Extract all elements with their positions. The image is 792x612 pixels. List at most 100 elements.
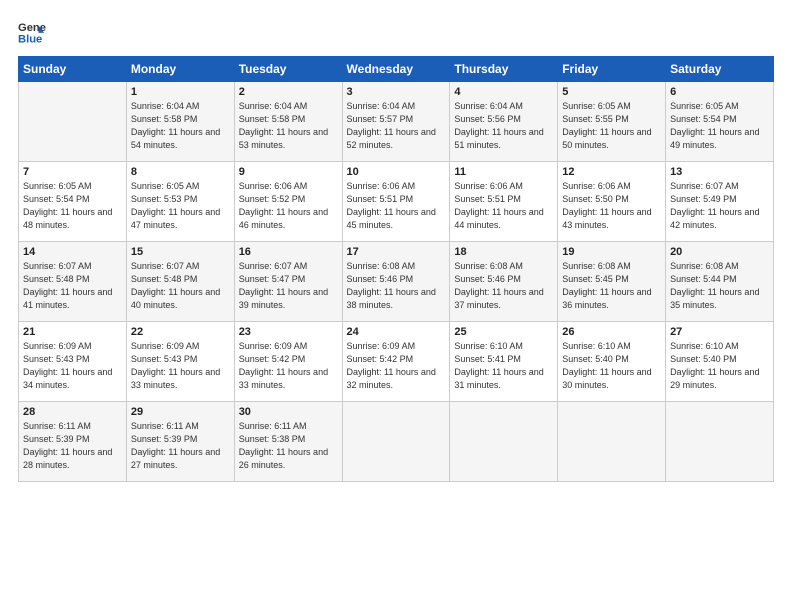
calendar-week-row: 14 Sunrise: 6:07 AMSunset: 5:48 PMDayligh… xyxy=(19,242,774,322)
day-detail: Sunrise: 6:08 AMSunset: 5:46 PMDaylight:… xyxy=(347,260,446,312)
calendar-week-row: 28 Sunrise: 6:11 AMSunset: 5:39 PMDayligh… xyxy=(19,402,774,482)
calendar-day-cell: 11 Sunrise: 6:06 AMSunset: 5:51 PMDayligh… xyxy=(450,162,558,242)
calendar-day-cell: 25 Sunrise: 6:10 AMSunset: 5:41 PMDayligh… xyxy=(450,322,558,402)
day-of-week-header: Monday xyxy=(126,57,234,82)
day-detail: Sunrise: 6:07 AMSunset: 5:48 PMDaylight:… xyxy=(131,260,230,312)
calendar-day-cell: 27 Sunrise: 6:10 AMSunset: 5:40 PMDayligh… xyxy=(666,322,774,402)
day-number: 8 xyxy=(131,166,230,178)
calendar-day-cell: 18 Sunrise: 6:08 AMSunset: 5:46 PMDayligh… xyxy=(450,242,558,322)
calendar-day-cell: 24 Sunrise: 6:09 AMSunset: 5:42 PMDayligh… xyxy=(342,322,450,402)
day-detail: Sunrise: 6:09 AMSunset: 5:42 PMDaylight:… xyxy=(347,340,446,392)
calendar-week-row: 1Sunrise: 6:04 AMSunset: 5:58 PMDaylight… xyxy=(19,82,774,162)
calendar-day-cell: 5 Sunrise: 6:05 AMSunset: 5:55 PMDaylight… xyxy=(558,82,666,162)
day-number: 20 xyxy=(670,246,769,258)
calendar-week-row: 7 Sunrise: 6:05 AMSunset: 5:54 PMDaylight… xyxy=(19,162,774,242)
day-detail: Sunrise: 6:09 AMSunset: 5:43 PMDaylight:… xyxy=(23,340,122,392)
calendar-day-cell: 26Sunrise: 6:10 AMSunset: 5:40 PMDayligh… xyxy=(558,322,666,402)
calendar-day-cell: 6 Sunrise: 6:05 AMSunset: 5:54 PMDaylight… xyxy=(666,82,774,162)
day-number: 4 xyxy=(454,86,553,98)
day-number: 15 xyxy=(131,246,230,258)
day-detail: Sunrise: 6:10 AMSunset: 5:41 PMDaylight:… xyxy=(454,340,553,392)
calendar-container: General Blue SundayMondayTuesdayWednesda… xyxy=(0,0,792,612)
calendar-day-cell: 7 Sunrise: 6:05 AMSunset: 5:54 PMDaylight… xyxy=(19,162,127,242)
day-detail: Sunrise: 6:04 AMSunset: 5:57 PMDaylight:… xyxy=(347,100,446,152)
day-number: 10 xyxy=(347,166,446,178)
day-detail: Sunrise: 6:07 AMSunset: 5:49 PMDaylight:… xyxy=(670,180,769,232)
day-number: 30 xyxy=(239,406,338,418)
calendar-day-cell: 4 Sunrise: 6:04 AMSunset: 5:56 PMDaylight… xyxy=(450,82,558,162)
calendar-day-cell: 10 Sunrise: 6:06 AMSunset: 5:51 PMDayligh… xyxy=(342,162,450,242)
calendar-day-cell: 8Sunrise: 6:05 AMSunset: 5:53 PMDaylight… xyxy=(126,162,234,242)
calendar-day-cell: 23 Sunrise: 6:09 AMSunset: 5:42 PMDayligh… xyxy=(234,322,342,402)
day-number: 13 xyxy=(670,166,769,178)
calendar-day-cell: 19 Sunrise: 6:08 AMSunset: 5:45 PMDayligh… xyxy=(558,242,666,322)
day-detail: Sunrise: 6:04 AMSunset: 5:56 PMDaylight:… xyxy=(454,100,553,152)
day-number: 12 xyxy=(562,166,661,178)
day-of-week-header: Tuesday xyxy=(234,57,342,82)
day-number: 7 xyxy=(23,166,122,178)
day-number: 27 xyxy=(670,326,769,338)
day-detail: Sunrise: 6:05 AMSunset: 5:55 PMDaylight:… xyxy=(562,100,661,152)
logo-icon: General Blue xyxy=(18,18,46,46)
calendar-day-cell: 9Sunrise: 6:06 AMSunset: 5:52 PMDaylight… xyxy=(234,162,342,242)
day-detail: Sunrise: 6:08 AMSunset: 5:45 PMDaylight:… xyxy=(562,260,661,312)
day-number: 22 xyxy=(131,326,230,338)
calendar-day-cell: 29Sunrise: 6:11 AMSunset: 5:39 PMDayligh… xyxy=(126,402,234,482)
calendar-day-cell xyxy=(450,402,558,482)
day-number: 19 xyxy=(562,246,661,258)
day-detail: Sunrise: 6:07 AMSunset: 5:48 PMDaylight:… xyxy=(23,260,122,312)
day-of-week-header: Friday xyxy=(558,57,666,82)
calendar-day-cell: 14 Sunrise: 6:07 AMSunset: 5:48 PMDayligh… xyxy=(19,242,127,322)
header: General Blue xyxy=(18,18,774,46)
day-detail: Sunrise: 6:10 AMSunset: 5:40 PMDaylight:… xyxy=(670,340,769,392)
day-detail: Sunrise: 6:05 AMSunset: 5:54 PMDaylight:… xyxy=(23,180,122,232)
day-detail: Sunrise: 6:07 AMSunset: 5:47 PMDaylight:… xyxy=(239,260,338,312)
day-detail: Sunrise: 6:11 AMSunset: 5:39 PMDaylight:… xyxy=(131,420,230,472)
day-detail: Sunrise: 6:11 AMSunset: 5:39 PMDaylight:… xyxy=(23,420,122,472)
calendar-day-cell: 12 Sunrise: 6:06 AMSunset: 5:50 PMDayligh… xyxy=(558,162,666,242)
day-number: 11 xyxy=(454,166,553,178)
day-number: 3 xyxy=(347,86,446,98)
calendar-day-cell xyxy=(19,82,127,162)
day-of-week-header: Thursday xyxy=(450,57,558,82)
day-number: 17 xyxy=(347,246,446,258)
calendar-day-cell: 22 Sunrise: 6:09 AMSunset: 5:43 PMDayligh… xyxy=(126,322,234,402)
day-detail: Sunrise: 6:08 AMSunset: 5:44 PMDaylight:… xyxy=(670,260,769,312)
calendar-day-cell: 3 Sunrise: 6:04 AMSunset: 5:57 PMDaylight… xyxy=(342,82,450,162)
day-detail: Sunrise: 6:09 AMSunset: 5:42 PMDaylight:… xyxy=(239,340,338,392)
day-number: 23 xyxy=(239,326,338,338)
day-detail: Sunrise: 6:06 AMSunset: 5:51 PMDaylight:… xyxy=(454,180,553,232)
day-number: 24 xyxy=(347,326,446,338)
calendar-day-cell: 13 Sunrise: 6:07 AMSunset: 5:49 PMDayligh… xyxy=(666,162,774,242)
svg-text:Blue: Blue xyxy=(18,33,42,45)
calendar-day-cell: 30Sunrise: 6:11 AMSunset: 5:38 PMDayligh… xyxy=(234,402,342,482)
calendar-day-cell: 21 Sunrise: 6:09 AMSunset: 5:43 PMDayligh… xyxy=(19,322,127,402)
day-number: 21 xyxy=(23,326,122,338)
day-detail: Sunrise: 6:08 AMSunset: 5:46 PMDaylight:… xyxy=(454,260,553,312)
day-number: 18 xyxy=(454,246,553,258)
calendar-day-cell: 16 Sunrise: 6:07 AMSunset: 5:47 PMDayligh… xyxy=(234,242,342,322)
calendar-day-cell xyxy=(558,402,666,482)
day-detail: Sunrise: 6:09 AMSunset: 5:43 PMDaylight:… xyxy=(131,340,230,392)
calendar-body: 1Sunrise: 6:04 AMSunset: 5:58 PMDaylight… xyxy=(19,82,774,482)
day-number: 16 xyxy=(239,246,338,258)
day-detail: Sunrise: 6:04 AMSunset: 5:58 PMDaylight:… xyxy=(131,100,230,152)
day-number: 14 xyxy=(23,246,122,258)
day-detail: Sunrise: 6:06 AMSunset: 5:52 PMDaylight:… xyxy=(239,180,338,232)
calendar-day-cell xyxy=(666,402,774,482)
day-detail: Sunrise: 6:06 AMSunset: 5:50 PMDaylight:… xyxy=(562,180,661,232)
day-number: 6 xyxy=(670,86,769,98)
calendar-week-row: 21 Sunrise: 6:09 AMSunset: 5:43 PMDayligh… xyxy=(19,322,774,402)
calendar-day-cell: 15 Sunrise: 6:07 AMSunset: 5:48 PMDayligh… xyxy=(126,242,234,322)
calendar-table: SundayMondayTuesdayWednesdayThursdayFrid… xyxy=(18,56,774,482)
day-detail: Sunrise: 6:06 AMSunset: 5:51 PMDaylight:… xyxy=(347,180,446,232)
day-number: 2 xyxy=(239,86,338,98)
day-number: 5 xyxy=(562,86,661,98)
day-number: 25 xyxy=(454,326,553,338)
day-detail: Sunrise: 6:05 AMSunset: 5:54 PMDaylight:… xyxy=(670,100,769,152)
calendar-header-row: SundayMondayTuesdayWednesdayThursdayFrid… xyxy=(19,57,774,82)
day-number: 26 xyxy=(562,326,661,338)
day-number: 28 xyxy=(23,406,122,418)
calendar-day-cell: 28 Sunrise: 6:11 AMSunset: 5:39 PMDayligh… xyxy=(19,402,127,482)
calendar-day-cell: 2Sunrise: 6:04 AMSunset: 5:58 PMDaylight… xyxy=(234,82,342,162)
